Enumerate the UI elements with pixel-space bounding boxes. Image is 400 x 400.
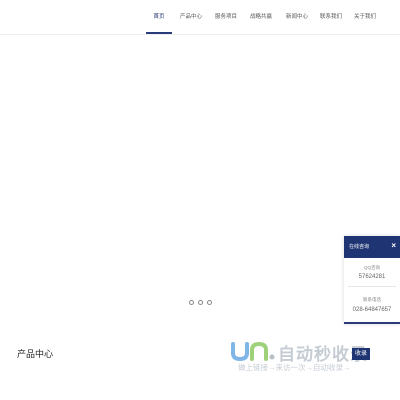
nav-item-label: 服务项目 (214, 14, 237, 20)
nav-item-news[interactable]: 新闻中心 (282, 0, 312, 34)
active-underline (146, 32, 172, 34)
online-consultation-panel: 在线咨询 × QQ咨询 57624281 联系电话 028-64847657 (344, 236, 400, 324)
watermark-subtext: 做上链接→来访一次→自动收录→ (238, 363, 351, 372)
banner-carousel (0, 35, 400, 320)
carousel-dot[interactable] (207, 300, 212, 305)
consultation-header: 在线咨询 × (344, 236, 400, 258)
nav-item-about[interactable]: 关于我们 (350, 0, 380, 34)
qq-number[interactable]: 57624281 (344, 274, 400, 280)
watermark-arrow-badge: 收录 (352, 348, 370, 360)
nav-item-label: 战略共赢 (249, 14, 272, 20)
panel-bottom-bar (344, 322, 400, 324)
nav-item-products[interactable]: 产品中心 (176, 0, 206, 34)
qq-label: QQ咨询 (363, 265, 380, 270)
watermark-logo: 自动秒收录 做上链接→来访一次→自动收录→ (230, 340, 380, 380)
phone-label: 联系电话 (363, 297, 381, 302)
logo-icon (231, 341, 275, 362)
nav-item-contact[interactable]: 联系我们 (316, 0, 346, 34)
top-navigation: 首页 产品中心 服务项目 战略共赢 新闻中心 联系我们 关于我们 (0, 0, 400, 35)
nav-item-label: 首页 (153, 14, 165, 20)
nav-item-label: 联系我们 (319, 14, 342, 20)
nav-item-services[interactable]: 服务项目 (211, 0, 241, 34)
nav-item-label: 产品中心 (179, 14, 202, 20)
nav-item-label: 关于我们 (353, 14, 376, 20)
nav-item-partners[interactable]: 战略共赢 (246, 0, 276, 34)
phone-number[interactable]: 028-64847657 (344, 307, 400, 313)
section-title: 产品中心 (17, 349, 54, 359)
nav-item-label: 新闻中心 (285, 14, 308, 20)
nav-item-home[interactable]: 首页 (146, 0, 172, 34)
divider (348, 286, 396, 287)
carousel-dot[interactable] (198, 300, 203, 305)
consultation-title: 在线咨询 (349, 244, 370, 250)
close-icon[interactable]: × (391, 241, 396, 251)
carousel-dot[interactable] (189, 300, 194, 305)
